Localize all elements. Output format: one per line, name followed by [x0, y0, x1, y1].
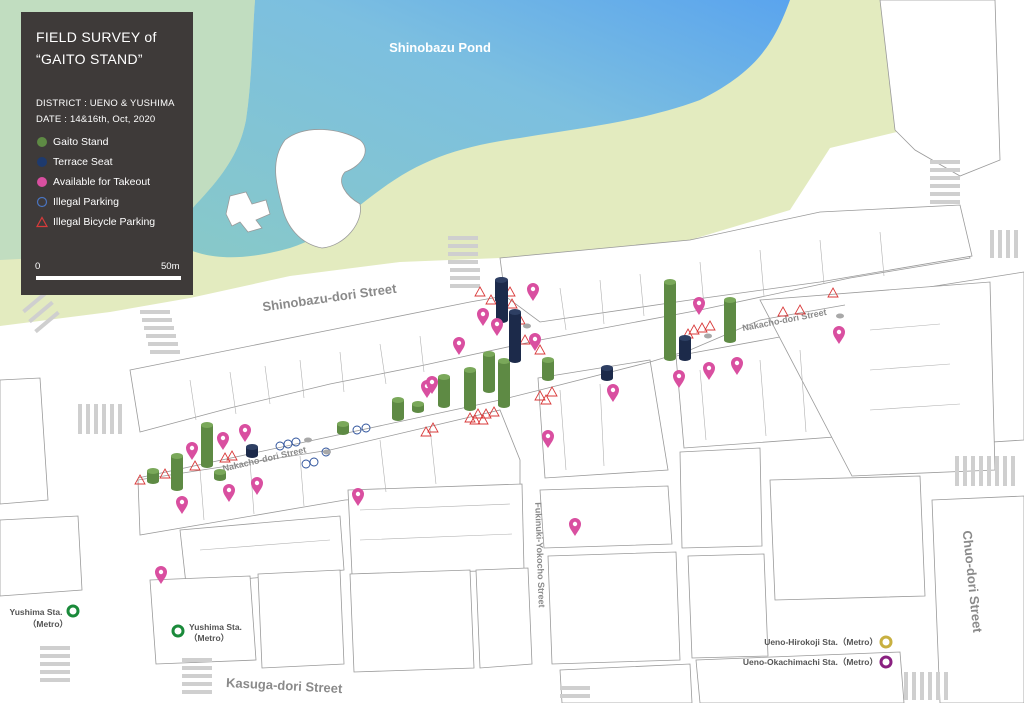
- terrace-seat-marker: [679, 335, 691, 361]
- yushima-station-west-name: Yushima Sta.: [10, 607, 63, 617]
- station-icon: [879, 635, 893, 649]
- bicycle-parking-triangle-icon: [704, 320, 716, 331]
- gaito-stand-marker: [483, 351, 495, 393]
- block-lower-11: [687, 553, 769, 659]
- gaito-stand-marker: [498, 358, 510, 408]
- legend-item-label: Illegal Bicycle Parking: [53, 216, 156, 228]
- street-fixture-icon: [523, 323, 531, 329]
- block-lower-9: [475, 567, 533, 669]
- block-lower-6: [149, 575, 257, 665]
- block-lower-4: [679, 447, 763, 549]
- gaito-stand-marker: [724, 297, 736, 343]
- green-dot-icon: [37, 137, 47, 147]
- yushima-station-west-sub: （Metro）: [28, 619, 68, 629]
- legend-item-takeout: Available for Takeout: [36, 174, 150, 190]
- takeout-pin-icon: [693, 297, 705, 315]
- legend-title: FIELD SURVEY of “GAITO STAND”: [36, 29, 157, 67]
- gaito-stand-marker: [392, 397, 404, 421]
- terrace-seat-marker: [246, 444, 258, 458]
- gaito-stand-marker: [337, 421, 349, 435]
- block-lower-7: [257, 569, 345, 669]
- west-block-2: [0, 515, 83, 597]
- gaito-stand-marker: [201, 422, 213, 468]
- street-fixture-icon: [304, 437, 312, 443]
- takeout-pin-icon: [529, 333, 541, 351]
- navy-dot-icon: [37, 157, 47, 167]
- legend-item-parking: Illegal Parking: [36, 194, 119, 210]
- block-lower-2: [347, 483, 525, 575]
- terrace-seat-marker: [601, 365, 613, 381]
- gaito-stand-marker: [214, 469, 226, 481]
- illegal-parking-ring-icon: [275, 441, 285, 451]
- kasuga-street-label: Kasuga-dori Street: [226, 675, 344, 696]
- crosswalk-5: [140, 310, 180, 354]
- crosswalk-9: [182, 658, 212, 694]
- crosswalk-3: [990, 230, 1018, 258]
- legend-item-label: Gaito Stand: [53, 136, 109, 148]
- block-lower-3: [539, 485, 673, 549]
- legend-district: DISTRICT : UENO & YUSHIMA: [36, 98, 175, 109]
- blue-ring-icon: [36, 196, 48, 208]
- block-lower-5: [769, 475, 926, 601]
- gaito-stand-marker: [664, 279, 676, 361]
- west-block: [0, 377, 49, 505]
- block-lower-10: [547, 551, 681, 665]
- ueno-okachimachi-station: Ueno-Okachimachi Sta.（Metro）: [743, 655, 893, 669]
- gaito-stand-marker: [464, 367, 476, 411]
- illegal-parking-ring-icon: [283, 439, 293, 449]
- shinobazu-street-label: Shinobazu-dori Street: [261, 281, 397, 315]
- ueno-okachimachi-station-name: Ueno-Okachimachi Sta.（Metro）: [743, 657, 878, 667]
- legend-date: DATE : 14&16th, Oct, 2020: [36, 114, 156, 125]
- yushima-station-south-sub: （Metro）: [189, 633, 229, 643]
- gaito-stand-marker: [412, 401, 424, 413]
- ueno-hirokoji-station: Ueno-Hirokoji Sta.（Metro）: [764, 635, 893, 649]
- pink-dot-icon: [37, 177, 47, 187]
- gaito-stand-marker: [542, 357, 554, 381]
- takeout-pin-icon: [217, 432, 229, 450]
- legend-item-terrace: Terrace Seat: [36, 154, 113, 170]
- gaito-stand-marker: [147, 468, 159, 484]
- street-fixture-icon: [836, 313, 844, 319]
- legend-item-label: Terrace Seat: [53, 156, 113, 168]
- scale-bar: [36, 276, 181, 280]
- scale-end-label: 50m: [161, 261, 180, 272]
- station-icon: [66, 604, 80, 618]
- crosswalk-8: [40, 646, 70, 682]
- pond-label: Shinobazu Pond: [389, 40, 491, 55]
- takeout-pin-icon: [186, 442, 198, 460]
- ueno-hirokoji-station-name: Ueno-Hirokoji Sta.（Metro）: [764, 637, 878, 647]
- scale-start-label: 0: [35, 261, 41, 272]
- street-fixture-icon: [704, 333, 712, 339]
- legend-item-label: Illegal Parking: [53, 196, 119, 208]
- bicycle-parking-triangle-icon: [474, 286, 486, 297]
- north-block: [879, 0, 1001, 177]
- street-fixture-icon: [323, 449, 331, 455]
- red-triangle-icon: [36, 216, 48, 228]
- illegal-parking-ring-icon: [291, 437, 301, 447]
- terrace-seat-marker: [509, 309, 521, 363]
- legend-item-gaito: Gaito Stand: [36, 134, 108, 150]
- legend-item-label: Available for Takeout: [53, 176, 151, 188]
- yushima-station-south-name: Yushima Sta.: [189, 622, 242, 632]
- legend-panel: FIELD SURVEY of “GAITO STAND” DISTRICT :…: [21, 12, 193, 295]
- gaito-stand-marker: [438, 374, 450, 408]
- block-lower-8: [349, 569, 475, 673]
- gaito-stand-marker: [171, 453, 183, 491]
- legend-item-bicycle: Illegal Bicycle Parking: [36, 214, 155, 230]
- takeout-pin-icon: [239, 424, 251, 442]
- crosswalk-6: [78, 404, 122, 434]
- terrace-seat-marker: [495, 277, 507, 303]
- bicycle-parking-triangle-icon: [696, 322, 708, 333]
- yushima-station-west: Yushima Sta. （Metro）: [10, 604, 80, 629]
